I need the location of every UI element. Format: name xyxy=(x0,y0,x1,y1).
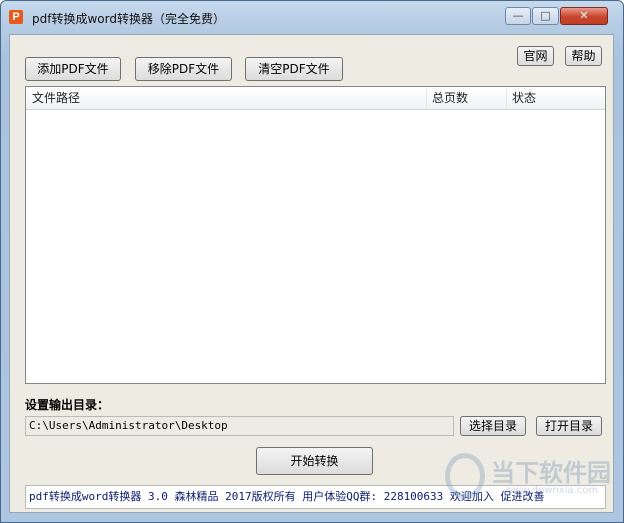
help-button[interactable]: 帮助 xyxy=(565,46,602,66)
start-convert-button[interactable]: 开始转换 xyxy=(256,447,373,475)
add-pdf-button[interactable]: 添加PDF文件 xyxy=(25,57,121,81)
open-dir-button[interactable]: 打开目录 xyxy=(536,416,602,436)
window-title: pdf转换成word转换器（完全免费） xyxy=(32,12,225,26)
choose-dir-button[interactable]: 选择目录 xyxy=(460,416,526,436)
app-window: P pdf转换成word转换器（完全免费） — □ ✕ 添加PDF文件 移除PD… xyxy=(0,0,624,523)
column-page-count[interactable]: 总页数 xyxy=(426,87,506,109)
clear-pdf-button[interactable]: 清空PDF文件 xyxy=(245,57,343,81)
website-button[interactable]: 官网 xyxy=(517,46,554,66)
maximize-button[interactable]: □ xyxy=(532,7,559,25)
main-panel: 添加PDF文件 移除PDF文件 清空PDF文件 官网 帮助 文件路径 总页数 状… xyxy=(9,34,614,513)
output-dir-label: 设置输出目录： xyxy=(25,398,110,412)
output-path-field[interactable]: C:\Users\Administrator\Desktop xyxy=(25,416,454,436)
column-file-path[interactable]: 文件路径 xyxy=(26,87,426,109)
file-list-header: 文件路径 总页数 状态 xyxy=(26,87,605,110)
pdf-app-icon: P xyxy=(9,10,23,24)
remove-pdf-button[interactable]: 移除PDF文件 xyxy=(135,57,232,81)
column-status[interactable]: 状态 xyxy=(506,87,605,109)
title-bar[interactable]: P pdf转换成word转换器（完全免费） — □ ✕ xyxy=(1,1,623,33)
file-list[interactable]: 文件路径 总页数 状态 xyxy=(25,86,606,384)
minimize-button[interactable]: — xyxy=(505,7,531,25)
close-button[interactable]: ✕ xyxy=(560,7,608,25)
status-bar: pdf转换成word转换器 3.0 森林精品 2017版权所有 用户体验QQ群:… xyxy=(25,485,606,509)
